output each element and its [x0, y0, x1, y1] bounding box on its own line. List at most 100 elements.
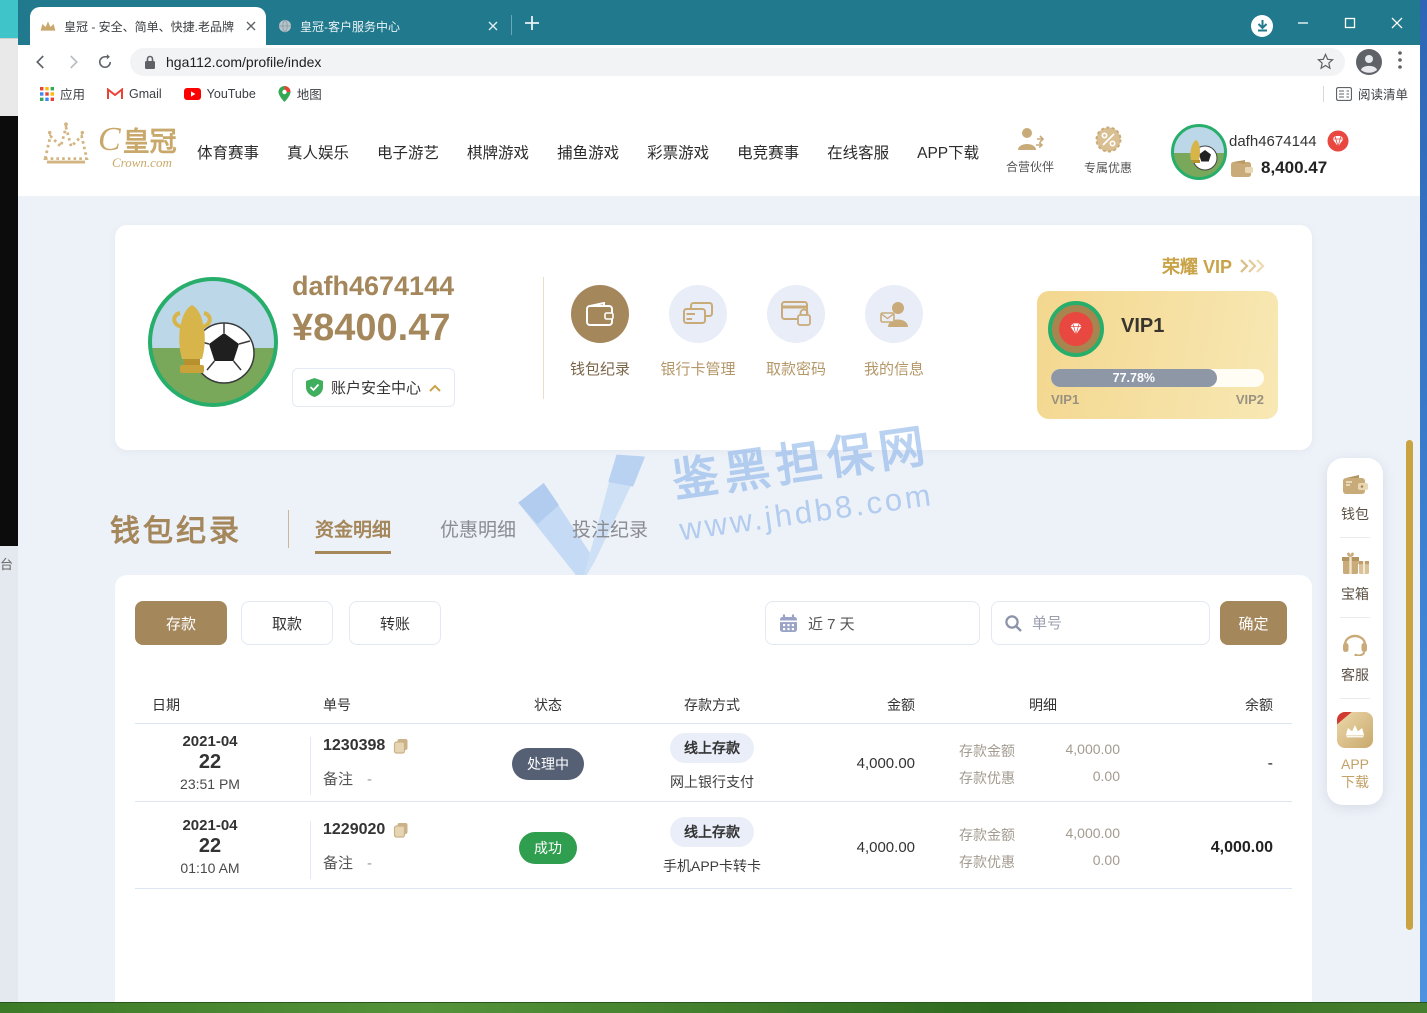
order-number: 1230398: [323, 737, 385, 755]
browser-tab-inactive[interactable]: 皇冠-客户服务中心: [268, 7, 508, 45]
divider: [1340, 617, 1370, 618]
copy-icon[interactable]: [393, 738, 409, 754]
tab-separator: [511, 15, 512, 35]
bookmark-maps[interactable]: 地图: [278, 84, 322, 103]
page-scrollbar-thumb[interactable]: [1406, 440, 1413, 930]
divider: [1340, 698, 1370, 699]
reading-list-label: 阅读清单: [1358, 84, 1408, 103]
security-center-button[interactable]: 账户安全中心: [292, 368, 455, 407]
bookmark-label: 地图: [297, 84, 322, 103]
main-nav: 体育赛事 真人娱乐 电子游艺 棋牌游戏 捕鱼游戏 彩票游戏 电竞赛事 在线客服 …: [197, 108, 979, 196]
nav-item-esports[interactable]: 电竞赛事: [737, 141, 799, 163]
back-icon[interactable]: [32, 53, 50, 71]
honor-vip-link[interactable]: 荣耀 VIP: [1162, 253, 1266, 279]
cell-details: 存款金额4,000.00 存款优惠0.00: [905, 741, 1120, 795]
address-bar[interactable]: hga112.com/profile/index: [130, 48, 1345, 76]
menu-item-bank-cards[interactable]: 银行卡管理: [650, 285, 746, 379]
cell-date: 2021-04 22 01:10 AM: [135, 817, 285, 876]
header-username[interactable]: dafh4674144: [1229, 130, 1349, 152]
sidebar-item-app-download[interactable]: APP下载: [1337, 712, 1373, 791]
records-card: 存款 取款 转账 近 7 天 确定 日期 单号 状态 存款方式 金额 明细: [115, 575, 1312, 1003]
maximize-button[interactable]: [1326, 0, 1373, 45]
download-status-icon[interactable]: [1251, 15, 1273, 37]
cell-status: 成功: [488, 832, 608, 864]
profile-balance: ¥8400.47: [292, 307, 451, 350]
sidebar-item-service[interactable]: 客服: [1341, 631, 1369, 685]
sidebar-item-treasure[interactable]: 宝箱: [1341, 551, 1369, 604]
copy-icon[interactable]: [393, 822, 409, 838]
close-icon[interactable]: [246, 21, 256, 31]
order-search-field[interactable]: [991, 601, 1210, 645]
date-range-value: 近 7 天: [808, 613, 855, 634]
security-center-label: 账户安全中心: [331, 377, 421, 398]
filter-deposit-button[interactable]: 存款: [135, 601, 227, 645]
bookmark-label: Gmail: [129, 87, 162, 101]
order-search-input[interactable]: [1030, 614, 1184, 633]
browser-tab-active[interactable]: 皇冠 - 安全、简单、快捷.老品牌: [30, 7, 266, 45]
browser-menu-icon[interactable]: [1398, 51, 1402, 69]
divider: [135, 888, 1292, 889]
menu-item-withdraw-password[interactable]: 取款密码: [748, 285, 844, 379]
detail-label: 存款金额: [905, 825, 1015, 845]
confirm-button[interactable]: 确定: [1220, 601, 1287, 645]
vip-badge-icon: [1048, 301, 1104, 357]
sidebar-item-wallet[interactable]: 钱包: [1341, 474, 1369, 524]
tab-promo-detail[interactable]: 优惠明细: [440, 515, 516, 542]
vip-to: VIP2: [1236, 392, 1264, 407]
menu-label: 银行卡管理: [660, 358, 735, 379]
vip-level: VIP1: [1121, 315, 1164, 338]
cell-method: 线上存款 手机APP卡转卡: [652, 817, 772, 876]
lock-icon: [144, 55, 156, 70]
vip-diamond-icon: [1327, 130, 1349, 152]
cell-amount: 4,000.00: [795, 839, 915, 856]
nav-item-fishing[interactable]: 捕鱼游戏: [557, 141, 619, 163]
nav-item-online-service[interactable]: 在线客服: [827, 141, 889, 163]
menu-item-wallet-records[interactable]: 钱包纪录: [552, 285, 648, 379]
reading-list-button[interactable]: 阅读清单: [1323, 79, 1408, 108]
filter-transfer-button[interactable]: 转账: [349, 601, 441, 645]
gift-icon: [1342, 551, 1369, 575]
detail-label: 存款优惠: [905, 852, 1015, 872]
new-tab-button[interactable]: [523, 14, 541, 32]
divider: [310, 821, 311, 879]
bookmark-youtube[interactable]: YouTube: [184, 87, 256, 101]
col-header-date: 日期: [152, 695, 180, 715]
nav-item-board-games[interactable]: 棋牌游戏: [467, 141, 529, 163]
close-icon[interactable]: [488, 21, 498, 31]
bookmark-apps[interactable]: 应用: [40, 84, 85, 103]
vip-progress-track: 77.78%: [1051, 369, 1264, 387]
browser-profile-avatar[interactable]: [1356, 49, 1382, 75]
forward-icon[interactable]: [64, 53, 82, 71]
minimize-button[interactable]: [1279, 0, 1326, 45]
filter-withdraw-button[interactable]: 取款: [241, 601, 333, 645]
partner-label: 合营伙伴: [1006, 158, 1054, 175]
nav-item-app-download[interactable]: APP下载: [917, 141, 979, 163]
nav-item-slots[interactable]: 电子游艺: [377, 141, 439, 163]
menu-item-my-info[interactable]: 我的信息: [846, 285, 942, 379]
nav-item-live-casino[interactable]: 真人娱乐: [287, 141, 349, 163]
window-controls: [1279, 0, 1420, 45]
col-header-detail: 明细: [1003, 695, 1083, 715]
header-wallet[interactable]: 8,400.47: [1231, 158, 1327, 178]
site-logo[interactable]: C皇冠 Crown.com: [40, 120, 177, 171]
bookmark-gmail[interactable]: Gmail: [107, 87, 162, 101]
crown-logo-icon: [40, 120, 92, 166]
promo-button[interactable]: 专属优惠: [1073, 126, 1143, 176]
gmail-icon: [107, 88, 123, 100]
profile-avatar[interactable]: [148, 277, 278, 407]
reload-icon[interactable]: [96, 53, 114, 71]
sidebar-label: APP下载: [1341, 755, 1369, 791]
order-number: 1229020: [323, 821, 385, 839]
close-window-button[interactable]: [1373, 0, 1420, 45]
tab-funds-detail[interactable]: 资金明细: [315, 515, 391, 554]
app-label-line1: APP: [1341, 756, 1369, 772]
header-avatar[interactable]: [1171, 124, 1227, 180]
chevron-up-icon: [429, 384, 441, 392]
nav-item-sports[interactable]: 体育赛事: [197, 141, 259, 163]
background-window-text: 台: [0, 557, 13, 572]
partner-button[interactable]: 合营伙伴: [995, 126, 1065, 175]
tab-bet-records[interactable]: 投注纪录: [572, 515, 648, 542]
bookmark-star-icon[interactable]: [1316, 52, 1335, 71]
date-range-field[interactable]: 近 7 天: [765, 601, 980, 645]
nav-item-lottery[interactable]: 彩票游戏: [647, 141, 709, 163]
